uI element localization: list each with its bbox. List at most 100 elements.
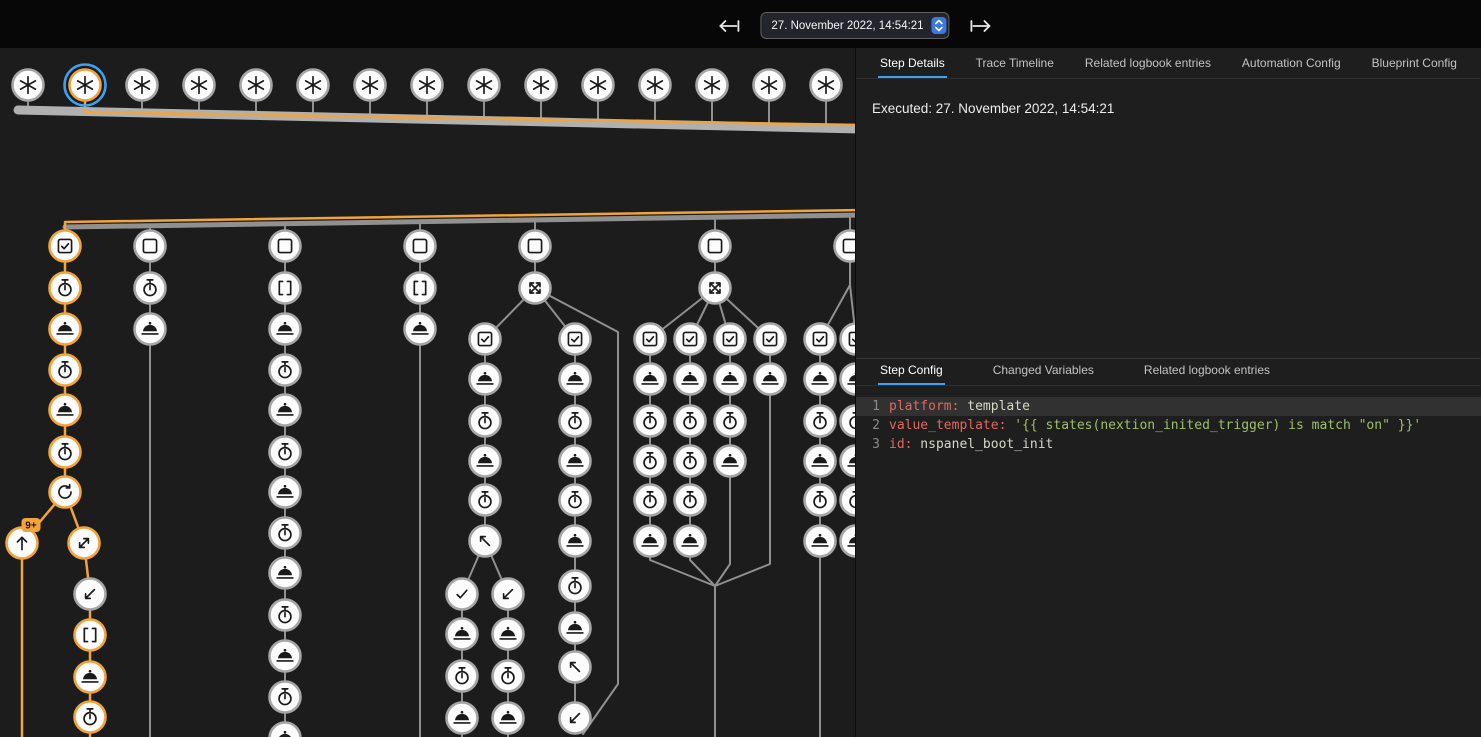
trace-node-choose[interactable] bbox=[520, 273, 551, 304]
trace-node-timer[interactable] bbox=[715, 406, 746, 437]
trace-node-service[interactable] bbox=[470, 446, 501, 477]
trace-node-timer[interactable] bbox=[270, 682, 301, 713]
trace-node-timer[interactable] bbox=[560, 485, 591, 516]
trace-node-service[interactable] bbox=[75, 662, 106, 693]
trace-node-condition[interactable] bbox=[755, 324, 786, 355]
trace-node-asterisk[interactable] bbox=[754, 70, 785, 101]
trace-node-timer[interactable] bbox=[675, 446, 706, 477]
trace-node-timer[interactable] bbox=[805, 406, 836, 437]
trace-node-square[interactable] bbox=[135, 231, 166, 262]
trace-node-condition[interactable] bbox=[675, 324, 706, 355]
trace-node-service[interactable] bbox=[447, 703, 478, 734]
trace-node-timer[interactable] bbox=[75, 702, 106, 733]
trace-node-service[interactable] bbox=[270, 477, 301, 508]
trace-node-square[interactable] bbox=[700, 231, 731, 262]
trace-node-service[interactable] bbox=[675, 526, 706, 557]
trace-node-condition[interactable] bbox=[841, 324, 856, 355]
trace-node-service[interactable] bbox=[447, 619, 478, 650]
tab-changed-variables[interactable]: Changed Variables bbox=[991, 355, 1096, 385]
trace-node-asterisk[interactable] bbox=[127, 70, 158, 101]
tab-related-logbook-entries[interactable]: Related logbook entries bbox=[1083, 48, 1213, 78]
trace-node-asterisk[interactable] bbox=[412, 70, 443, 101]
trace-node-asterisk[interactable] bbox=[184, 70, 215, 101]
trace-node-service[interactable] bbox=[841, 364, 856, 395]
trace-node-service[interactable] bbox=[755, 364, 786, 395]
tab-trace-timeline[interactable]: Trace Timeline bbox=[974, 48, 1056, 78]
trace-node-asterisk[interactable] bbox=[241, 70, 272, 101]
trace-node-timer[interactable] bbox=[270, 355, 301, 386]
tab-step-details[interactable]: Step Details bbox=[878, 48, 947, 78]
trace-node-timer[interactable] bbox=[270, 518, 301, 549]
trace-node-timer[interactable] bbox=[270, 437, 301, 468]
trace-node-condition[interactable] bbox=[715, 324, 746, 355]
trace-node-square[interactable] bbox=[270, 231, 301, 262]
trace-node-asterisk[interactable] bbox=[697, 70, 728, 101]
next-run-button[interactable] bbox=[968, 14, 994, 38]
trace-node-asterisk[interactable] bbox=[640, 70, 671, 101]
trace-node-asterisk[interactable] bbox=[469, 70, 500, 101]
trace-node-timer[interactable] bbox=[493, 661, 524, 692]
trace-node-asterisk[interactable] bbox=[583, 70, 614, 101]
trace-node-arrow-down-left[interactable] bbox=[493, 579, 524, 610]
tab-automation-config[interactable]: Automation Config bbox=[1240, 48, 1343, 78]
trace-node-brackets[interactable] bbox=[75, 620, 106, 651]
trace-node-condition[interactable] bbox=[50, 231, 81, 262]
trace-node-service[interactable] bbox=[405, 314, 436, 345]
trace-node-choose[interactable] bbox=[700, 273, 731, 304]
trace-node-service[interactable] bbox=[560, 446, 591, 477]
trace-node-service[interactable] bbox=[135, 314, 166, 345]
trace-node-service[interactable] bbox=[470, 364, 501, 395]
trace-node-service[interactable] bbox=[560, 613, 591, 644]
trace-node-timer[interactable] bbox=[841, 485, 856, 516]
trace-node-asterisk[interactable] bbox=[355, 70, 386, 101]
tab-blueprint-config[interactable]: Blueprint Config bbox=[1370, 48, 1459, 78]
trace-node-timer[interactable] bbox=[841, 406, 856, 437]
up-down-chevrons-icon[interactable] bbox=[932, 17, 947, 34]
trace-node-repeat[interactable] bbox=[50, 477, 81, 508]
trace-node-service[interactable] bbox=[270, 395, 301, 426]
trace-node-service[interactable] bbox=[270, 723, 301, 737]
trace-node-arrow-down-left[interactable] bbox=[75, 579, 106, 610]
trace-node-service[interactable] bbox=[560, 364, 591, 395]
trace-node-service[interactable] bbox=[715, 364, 746, 395]
trace-node-service[interactable] bbox=[270, 558, 301, 589]
trace-node-timer[interactable] bbox=[675, 485, 706, 516]
trace-node-check[interactable] bbox=[447, 579, 478, 610]
trace-node-arrow-up-left[interactable] bbox=[560, 652, 591, 683]
trace-node-timer[interactable] bbox=[470, 406, 501, 437]
trace-node-service[interactable] bbox=[270, 314, 301, 345]
trace-node-arrow-up-left[interactable] bbox=[470, 526, 501, 557]
trace-node-service[interactable] bbox=[635, 526, 666, 557]
trace-node-timer[interactable] bbox=[560, 406, 591, 437]
trace-node-service[interactable] bbox=[715, 446, 746, 477]
tab-step-config[interactable]: Step Config bbox=[878, 355, 945, 385]
trace-node-service[interactable] bbox=[805, 364, 836, 395]
trace-node-service[interactable] bbox=[493, 619, 524, 650]
trace-node-service[interactable] bbox=[841, 446, 856, 477]
trace-node-service[interactable] bbox=[675, 364, 706, 395]
trace-node-timer[interactable] bbox=[135, 273, 166, 304]
trace-node-timer[interactable] bbox=[447, 661, 478, 692]
trace-node-service[interactable] bbox=[841, 526, 856, 557]
trace-node-condition[interactable] bbox=[805, 324, 836, 355]
trace-node-timer[interactable] bbox=[675, 406, 706, 437]
trace-node-service[interactable] bbox=[493, 703, 524, 734]
trace-node-service[interactable] bbox=[270, 641, 301, 672]
trace-node-condition[interactable] bbox=[470, 324, 501, 355]
trace-node-expand[interactable] bbox=[69, 528, 100, 559]
previous-run-button[interactable] bbox=[716, 14, 742, 38]
trace-node-service[interactable] bbox=[635, 364, 666, 395]
trace-node-square[interactable] bbox=[520, 231, 551, 262]
trace-node-arrow-down-left[interactable] bbox=[560, 703, 591, 734]
trace-node-asterisk[interactable] bbox=[811, 70, 842, 101]
trace-node-asterisk[interactable] bbox=[65, 65, 106, 106]
trace-node-timer[interactable] bbox=[560, 571, 591, 602]
trace-node-timer[interactable] bbox=[50, 273, 81, 304]
trace-node-square[interactable] bbox=[405, 231, 436, 262]
trace-node-asterisk[interactable] bbox=[298, 70, 329, 101]
trace-node-timer[interactable] bbox=[635, 406, 666, 437]
trace-node-service[interactable] bbox=[50, 314, 81, 345]
trace-node-timer[interactable] bbox=[635, 446, 666, 477]
run-selector[interactable]: 27. November 2022, 14:54:21 bbox=[760, 12, 949, 39]
trace-node-brackets[interactable] bbox=[405, 273, 436, 304]
